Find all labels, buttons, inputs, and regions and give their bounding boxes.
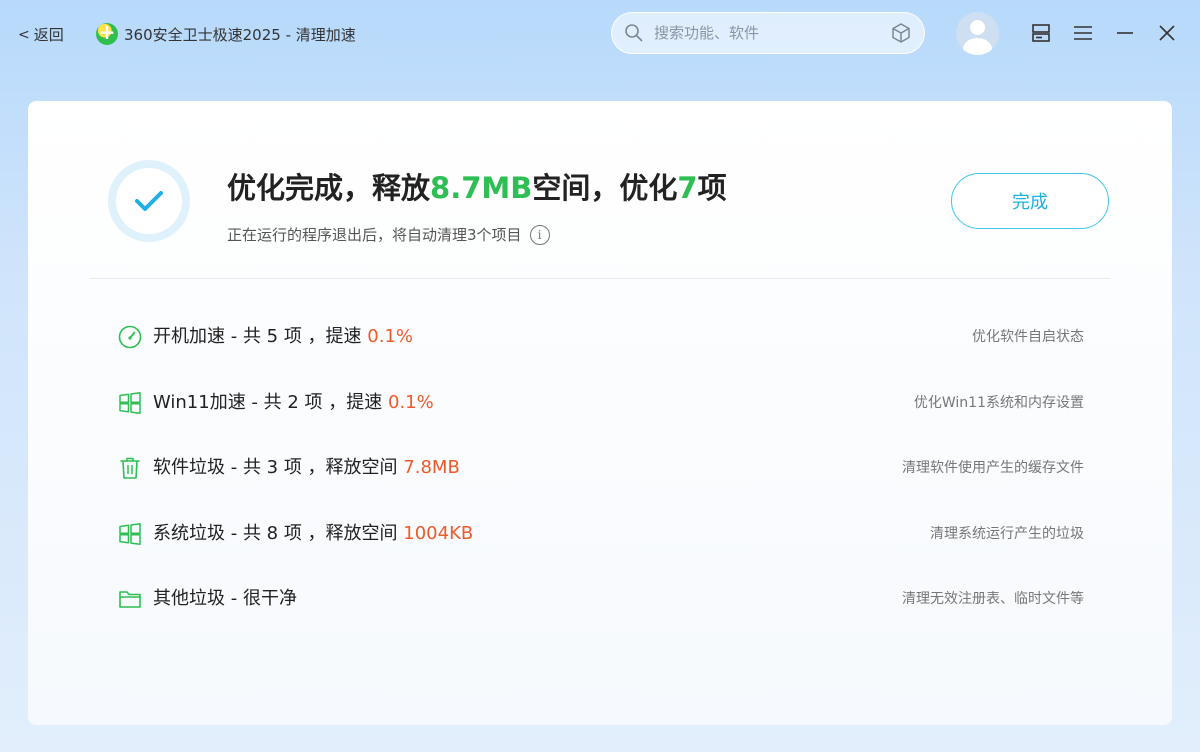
item-description: 优化Win11系统和内存设置 <box>913 394 1084 411</box>
back-button[interactable]: < 返回 <box>18 24 64 45</box>
search-icon <box>625 24 643 42</box>
layout-button[interactable] <box>1028 20 1054 46</box>
item-description: 优化软件自启状态 <box>972 329 1084 345</box>
list-item: 开机加速 - 共 5 项 ，提速 0.1% 优化软件自启状态 <box>116 323 1084 389</box>
item-title: 系统垃圾 - 共 8 项 ，释放空间 1004KB <box>153 522 474 544</box>
folder-icon <box>116 585 144 613</box>
back-label: 返回 <box>33 26 64 44</box>
optimized-count-value: 7 <box>677 171 698 205</box>
item-value: 0.1% <box>388 391 434 413</box>
chevron-left-icon: < <box>18 26 30 43</box>
item-title: Win11加速 - 共 2 项 ，提速 0.1% <box>153 391 434 413</box>
search-box[interactable] <box>611 12 925 54</box>
result-card: 优化完成，释放8.7MB空间，优化7项 正在运行的程序退出后，将自动清理3个项目… <box>28 101 1172 725</box>
layout-icon <box>1032 24 1050 42</box>
search-input[interactable] <box>654 24 890 42</box>
app-title-text: 360安全卫士极速2025 - 清理加速 <box>124 25 356 44</box>
item-description: 清理无效注册表、临时文件等 <box>902 591 1084 607</box>
menu-button[interactable] <box>1070 20 1096 46</box>
list-item: 其他垃圾 - 很干净 清理无效注册表、临时文件等 <box>116 585 1084 651</box>
headline-middle: 空间，优化 <box>532 171 678 205</box>
close-icon <box>1159 25 1175 41</box>
checkmark-icon <box>135 191 163 211</box>
cube-icon[interactable] <box>890 22 912 44</box>
item-title: 其他垃圾 - 很干净 <box>153 588 297 609</box>
list-item: Win11加速 - 共 2 项 ，提速 0.1% 优化Win11系统和内存设置 <box>116 389 1084 455</box>
info-icon[interactable]: i <box>529 224 550 245</box>
app-logo-icon <box>96 20 118 45</box>
item-value: 7.8MB <box>403 457 460 478</box>
user-avatar[interactable] <box>956 12 999 55</box>
divider <box>90 278 1110 279</box>
trash-icon <box>116 454 144 482</box>
list-item: 软件垃圾 - 共 3 项 ，释放空间 7.8MB 清理软件使用产生的缓存文件 <box>116 454 1084 520</box>
item-value: 0.1% <box>367 326 414 347</box>
headline-prefix: 优化完成，释放 <box>227 171 431 205</box>
windows-icon <box>116 389 144 417</box>
title-bar: < 返回 360安全卫士极速2025 - 清理加速 <box>0 0 1200 70</box>
success-badge <box>108 160 190 242</box>
windows-icon <box>116 520 144 548</box>
item-title: 开机加速 - 共 5 项 ，提速 0.1% <box>153 326 414 347</box>
result-subtitle: 正在运行的程序退出后，将自动清理3个项目 i <box>227 224 550 245</box>
minimize-button[interactable] <box>1112 20 1138 46</box>
subtitle-text: 正在运行的程序退出后，将自动清理3个项目 <box>227 226 522 244</box>
item-title: 软件垃圾 - 共 3 项 ，释放空间 7.8MB <box>153 457 460 478</box>
menu-icon <box>1074 26 1092 40</box>
speedometer-icon <box>116 323 144 351</box>
app-title: 360安全卫士极速2025 - 清理加速 <box>96 20 356 45</box>
item-value: 1004KB <box>403 522 474 544</box>
result-headline: 优化完成，释放8.7MB空间，优化7项 <box>227 165 727 207</box>
minimize-icon <box>1117 32 1133 34</box>
list-item: 系统垃圾 - 共 8 项 ，释放空间 1004KB 清理系统运行产生的垃圾 <box>116 520 1084 586</box>
headline-suffix: 项 <box>697 171 727 205</box>
close-button[interactable] <box>1154 20 1180 46</box>
optimization-list: 开机加速 - 共 5 项 ，提速 0.1% 优化软件自启状态 Win11加速 -… <box>116 323 1084 651</box>
item-description: 清理软件使用产生的缓存文件 <box>902 460 1084 476</box>
freed-space-value: 8.7MB <box>430 171 533 205</box>
item-description: 清理系统运行产生的垃圾 <box>930 525 1084 542</box>
done-button[interactable]: 完成 <box>951 173 1109 229</box>
